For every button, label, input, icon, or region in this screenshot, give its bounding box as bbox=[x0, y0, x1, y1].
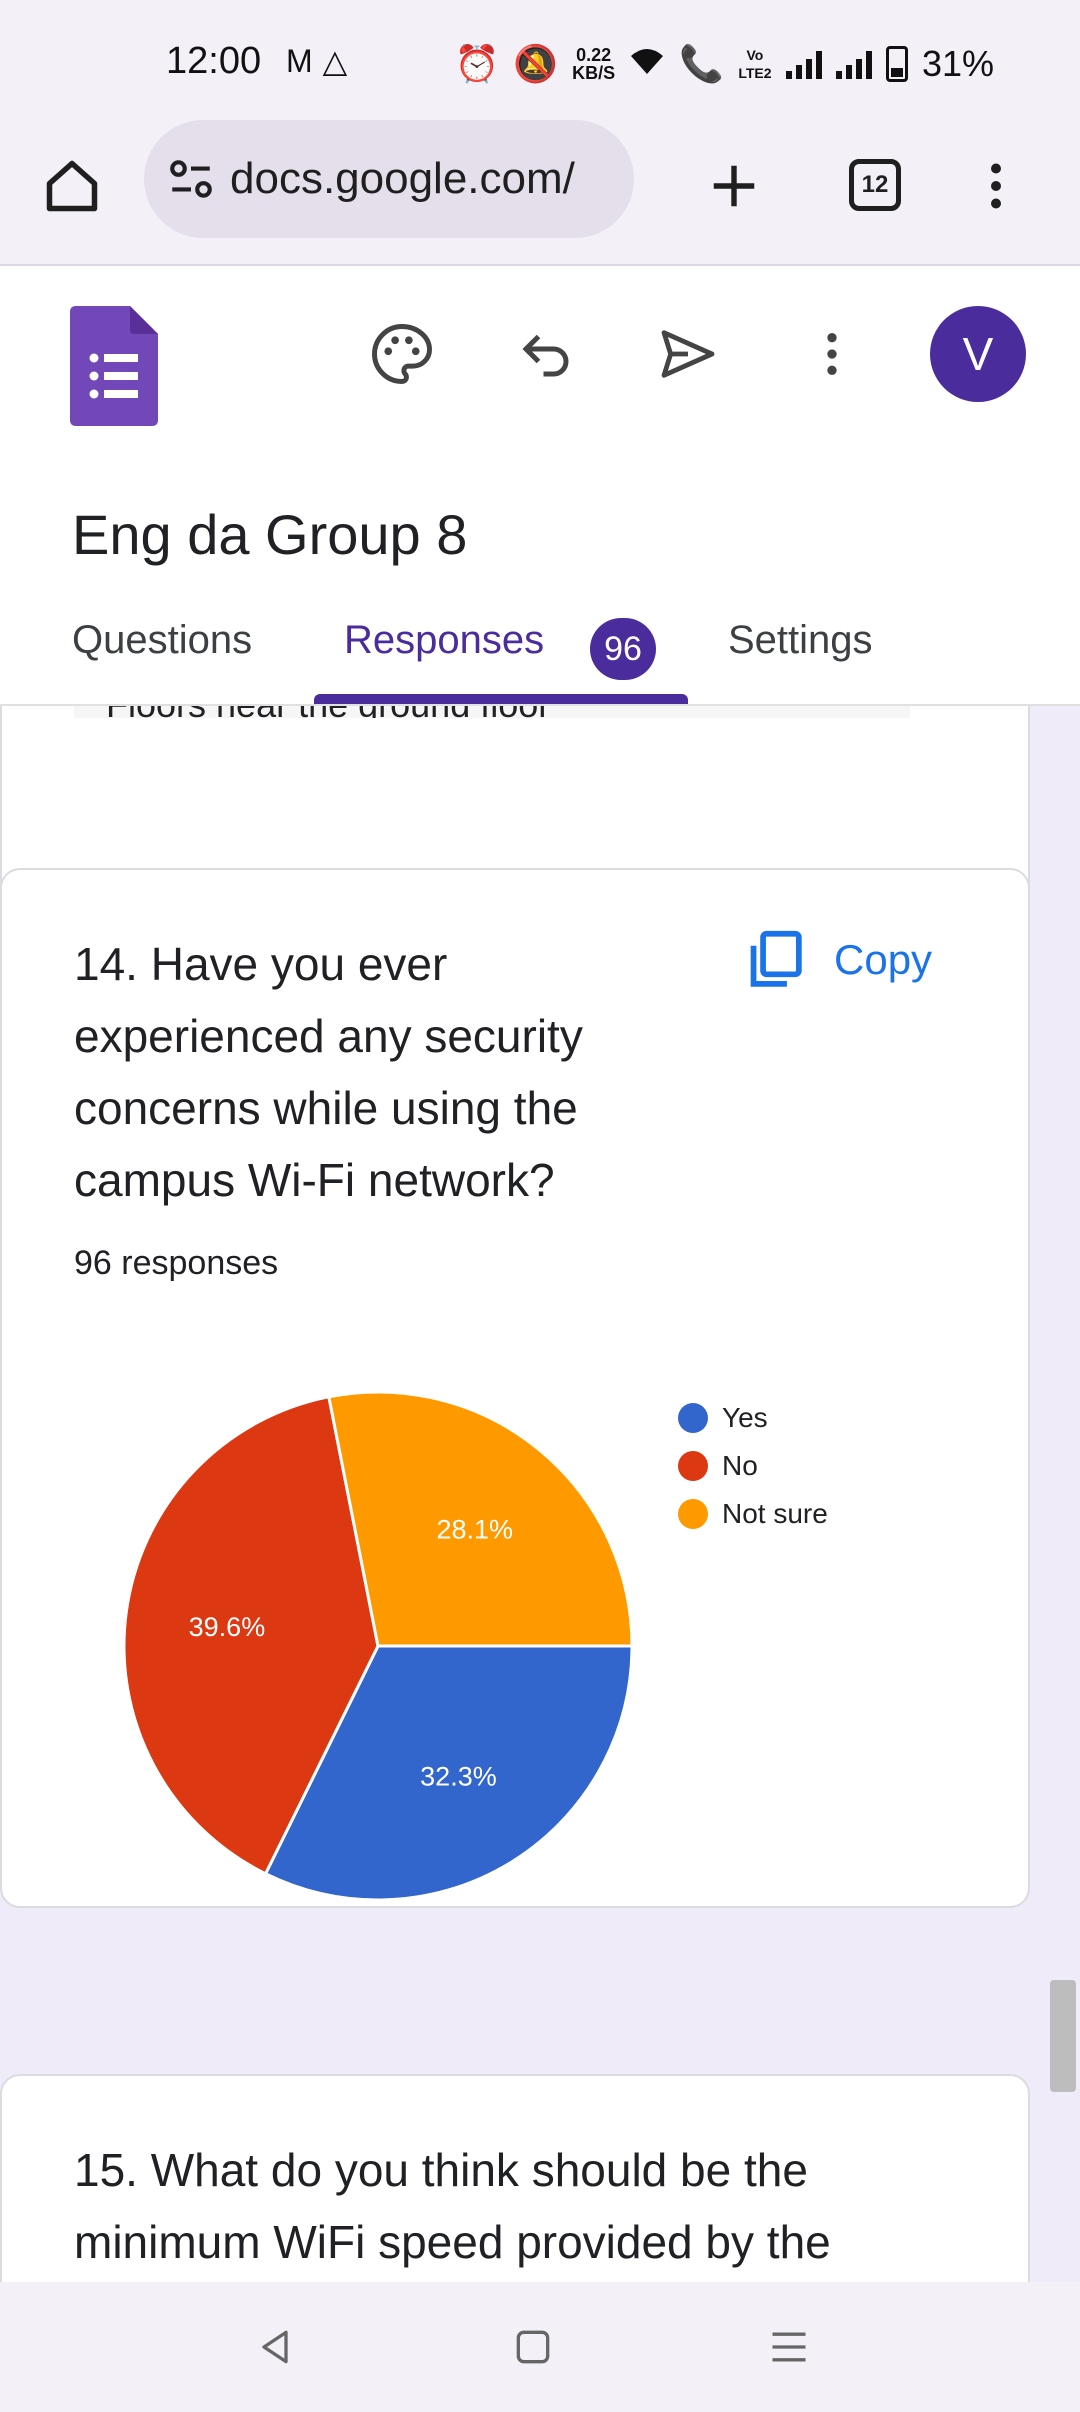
tab-count: 12 bbox=[849, 159, 901, 211]
pie-label-not-sure: 28.1% bbox=[436, 1514, 513, 1544]
gmail-icon: M bbox=[286, 43, 323, 79]
question-title-15: 15. What do you think should be the mini… bbox=[74, 2144, 831, 2268]
google-forms-logo[interactable] bbox=[70, 306, 158, 426]
active-tab-indicator bbox=[314, 694, 688, 704]
battery-icon bbox=[885, 46, 908, 82]
legend-label: Not sure bbox=[722, 1498, 828, 1529]
tab-settings[interactable]: Settings bbox=[728, 618, 873, 663]
recents-button[interactable] bbox=[754, 2312, 824, 2382]
mute-icon: 🔕 bbox=[513, 43, 559, 84]
scrollbar-thumb[interactable] bbox=[1050, 1980, 1076, 2092]
browser-toolbar: docs.google.com/ 12 bbox=[0, 120, 1080, 266]
more-options-button[interactable] bbox=[790, 312, 874, 396]
system-nav-bar bbox=[0, 2282, 1080, 2412]
copy-chart-button[interactable]: Copy bbox=[746, 922, 932, 998]
legend-swatch bbox=[678, 1403, 708, 1433]
send-icon bbox=[661, 330, 715, 378]
alarm-icon: ⏰ bbox=[454, 43, 500, 84]
pie-chart: 32.3% 39.6% 28.1% bbox=[122, 1390, 634, 1902]
back-button[interactable] bbox=[240, 2312, 310, 2382]
browser-menu-button[interactable] bbox=[960, 150, 1032, 222]
menu-lines-icon bbox=[772, 2332, 806, 2362]
copy-icon bbox=[750, 930, 802, 987]
status-bar: 12:00 M△ ⏰ 🔕 0.22 KB/S 📞 Vo LTE2 31% bbox=[0, 0, 1080, 122]
volte-badge: Vo LTE2 bbox=[738, 47, 772, 81]
answer-item: Floors near the ground floor bbox=[74, 706, 910, 718]
new-tab-button[interactable] bbox=[698, 150, 770, 222]
network-speed: 0.22 KB/S bbox=[572, 46, 615, 82]
home-icon bbox=[46, 160, 98, 212]
site-settings-icon bbox=[170, 160, 212, 198]
wifi-icon bbox=[629, 43, 665, 85]
responses-content[interactable]: Floors near the ground floor 14. Have yo… bbox=[0, 706, 1080, 2282]
account-avatar[interactable]: V bbox=[930, 306, 1026, 402]
status-indicators: ⏰ 🔕 0.22 KB/S 📞 Vo LTE2 31% bbox=[454, 40, 994, 88]
form-title: Eng da Group 8 bbox=[72, 503, 468, 566]
chart-legend: Yes No Not sure bbox=[678, 1394, 828, 1538]
square-icon bbox=[516, 2330, 550, 2364]
copy-label: Copy bbox=[834, 936, 933, 983]
more-vert-icon bbox=[827, 333, 837, 375]
speed-unit: KB/S bbox=[572, 63, 616, 83]
undo-button[interactable] bbox=[504, 312, 588, 396]
legend-label: Yes bbox=[722, 1402, 768, 1433]
pie-label-yes: 32.3% bbox=[420, 1761, 497, 1791]
home-nav-button[interactable] bbox=[498, 2312, 568, 2382]
signal-icon-2 bbox=[835, 49, 872, 79]
legend-item-no[interactable]: No bbox=[678, 1442, 828, 1490]
notification-icons: M△ bbox=[286, 42, 357, 80]
tab-responses[interactable]: Responses bbox=[344, 618, 544, 663]
speed-value: 0.22 bbox=[576, 45, 612, 65]
more-vert-icon bbox=[991, 163, 1001, 209]
battery-percent: 31% bbox=[921, 43, 994, 84]
undo-icon bbox=[522, 334, 569, 377]
send-button[interactable] bbox=[646, 312, 730, 396]
legend-label: No bbox=[722, 1450, 758, 1481]
question-card-15: 15. What do you think should be the mini… bbox=[0, 2074, 1030, 2282]
home-button[interactable] bbox=[36, 150, 108, 222]
pie-label-no: 39.6% bbox=[189, 1612, 266, 1642]
plus-icon bbox=[713, 165, 755, 207]
question-title: 14. Have you ever experienced any securi… bbox=[74, 938, 583, 1206]
url-text: docs.google.com/ bbox=[230, 154, 575, 203]
tab-switcher-button[interactable]: 12 bbox=[842, 152, 908, 218]
legend-item-yes[interactable]: Yes bbox=[678, 1394, 828, 1442]
forms-header: V Eng da Group 8 Questions Responses 96 … bbox=[0, 266, 1080, 706]
legend-swatch bbox=[678, 1499, 708, 1529]
signal-icon bbox=[785, 49, 822, 79]
back-icon bbox=[262, 2330, 288, 2364]
legend-swatch bbox=[678, 1451, 708, 1481]
tab-questions[interactable]: Questions bbox=[72, 618, 252, 663]
drive-icon: △ bbox=[322, 43, 358, 79]
customize-theme-button[interactable] bbox=[360, 312, 444, 396]
wifi-calling-icon: 📞 bbox=[679, 43, 724, 84]
legend-item-not-sure[interactable]: Not sure bbox=[678, 1490, 828, 1538]
answer-text: Floors near the ground floor bbox=[106, 706, 550, 718]
responses-count-badge: 96 bbox=[590, 618, 656, 680]
palette-icon bbox=[372, 324, 432, 384]
address-bar[interactable]: docs.google.com/ bbox=[144, 120, 634, 238]
response-count: 96 responses bbox=[74, 1244, 279, 1282]
status-time: 12:00 bbox=[166, 40, 262, 82]
question-card: 14. Have you ever experienced any securi… bbox=[0, 868, 1030, 1908]
